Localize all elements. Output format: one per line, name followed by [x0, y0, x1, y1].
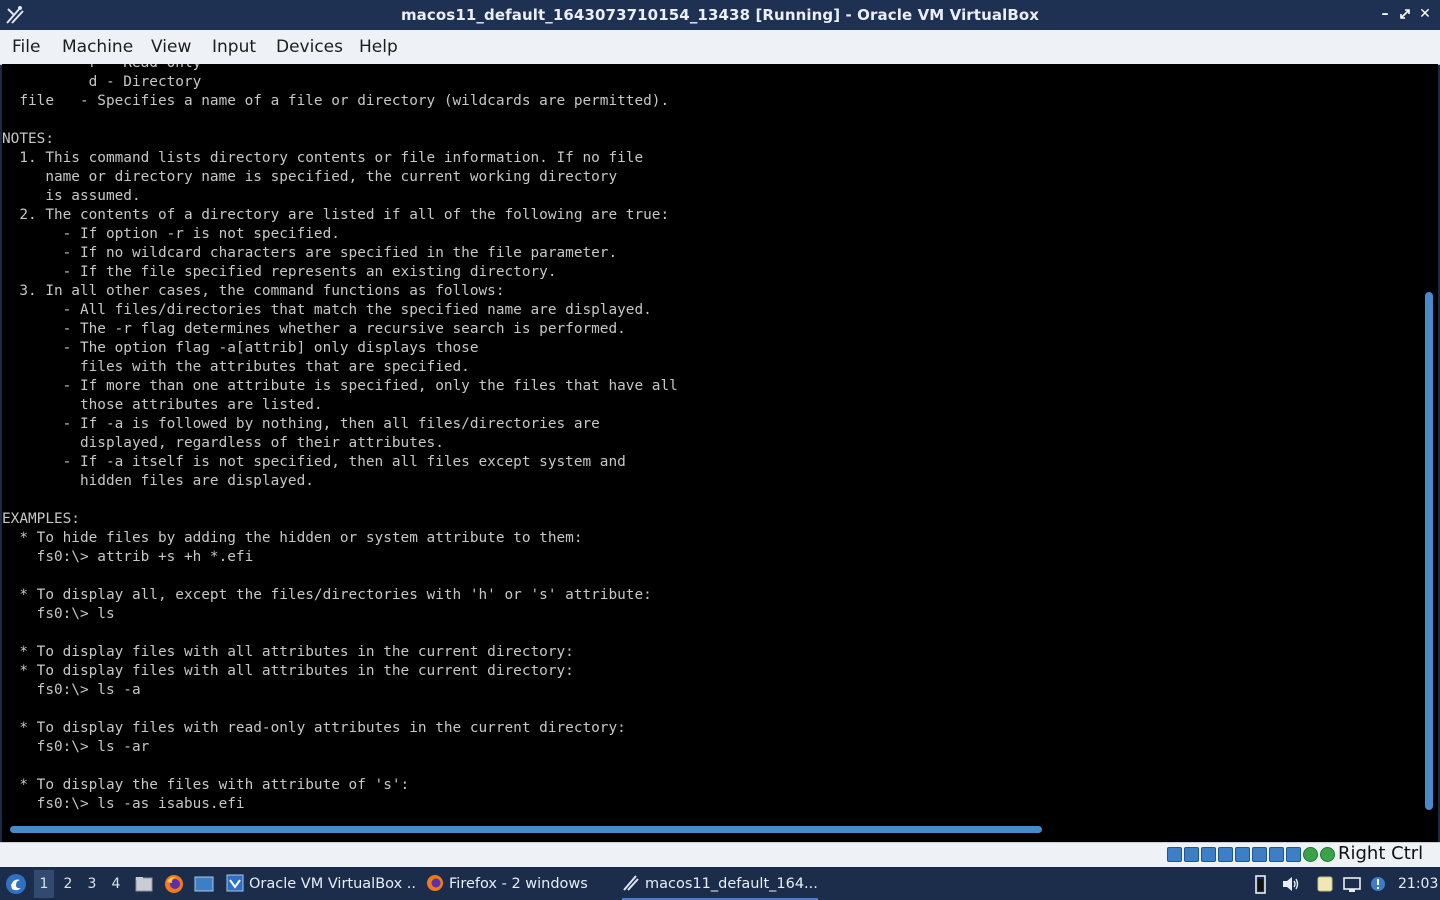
terminal-line: 3. In all other cases, the command funct… [2, 283, 505, 299]
terminal-line: r - Read Only [2, 64, 678, 73]
close-button[interactable]: ✕ [1416, 5, 1434, 23]
virtualbox-icon [226, 874, 244, 891]
terminal-line: file - Specifies a name of a file or dir… [2, 93, 670, 109]
network-tray-icon[interactable] [1342, 874, 1362, 894]
network-icon[interactable] [1218, 847, 1233, 862]
optical-drive-icon[interactable] [1184, 847, 1199, 862]
window-title: macos11_default_1643073710154_13438 [Run… [400, 6, 1040, 24]
window-titlebar[interactable]: macos11_default_1643073710154_13438 [Run… [0, 0, 1440, 30]
terminal-line: * To display files with read-only attrib… [2, 720, 626, 736]
terminal-line: fs0:\> ls -ar [2, 739, 150, 755]
terminal-line: is assumed. [2, 188, 141, 204]
task-label: Oracle VM VirtualBox ... [249, 876, 416, 892]
mouse-integration-icon[interactable] [1303, 847, 1318, 862]
vm-icon [623, 874, 639, 891]
removable-media-icon[interactable] [1315, 874, 1335, 894]
terminal-line: * To hide files by adding the hidden or … [2, 530, 583, 546]
terminal-line: - If more than one attribute is specifie… [2, 378, 678, 394]
terminal-line: 2. The contents of a directory are liste… [2, 207, 670, 223]
menu-machine[interactable]: Machine [62, 37, 133, 57]
workspace-1[interactable]: 1 [34, 870, 54, 898]
vertical-scrollbar[interactable] [1425, 292, 1433, 810]
terminal-line: - If -a is followed by nothing, then all… [2, 416, 600, 432]
taskbar: 1 2 3 4 Oracle VM VirtualBox ... Firefox… [0, 868, 1440, 900]
menu-file[interactable]: File [12, 37, 40, 57]
task-label: macos11_default_164... [645, 876, 818, 892]
file-manager-icon[interactable] [134, 874, 154, 894]
shared-folders-icon[interactable] [1252, 847, 1267, 862]
minimize-button[interactable]: – [1376, 5, 1394, 23]
battery-icon[interactable] [1250, 874, 1270, 894]
restore-icon [1400, 9, 1410, 19]
menu-help[interactable]: Help [359, 37, 398, 57]
status-bar: Right Ctrl [0, 842, 1440, 867]
terminal-line: * To display all, except the files/direc… [2, 587, 652, 603]
menu-view[interactable]: View [151, 37, 191, 57]
display-icon[interactable] [1269, 847, 1284, 862]
terminal-line: d - Directory [2, 74, 202, 90]
terminal-line: fs0:\> ls -a [2, 682, 141, 698]
terminal-line: fs0:\> ls [2, 606, 115, 622]
workspace-4[interactable]: 4 [106, 876, 126, 892]
volume-icon[interactable] [1280, 874, 1300, 894]
terminal-line: * To display files with all attributes i… [2, 663, 574, 679]
clock[interactable]: 21:03 [1398, 876, 1438, 892]
menu-devices[interactable]: Devices [276, 37, 343, 57]
terminal-line: - If option -r is not specified. [2, 226, 340, 242]
usb-icon[interactable] [1235, 847, 1250, 862]
terminal-line: files with the attributes that are speci… [2, 359, 470, 375]
terminal-line: * To display the files with attribute of… [2, 777, 410, 793]
terminal-line: - All files/directories that match the s… [2, 302, 652, 318]
audio-icon[interactable] [1201, 847, 1216, 862]
maximize-button[interactable] [1396, 5, 1414, 23]
task-firefox[interactable]: Firefox - 2 windows [426, 868, 616, 900]
notification-icon[interactable] [1368, 874, 1388, 894]
terminal-line: fs0:\> ls -as isabus.efi [2, 796, 245, 812]
terminal-line: - If -a itself is not specified, then al… [2, 454, 626, 470]
terminal-line: name or directory name is specified, the… [2, 169, 618, 185]
workspace-3[interactable]: 3 [82, 876, 102, 892]
video-capture-icon[interactable] [1286, 847, 1301, 862]
workspace-2[interactable]: 2 [58, 876, 78, 892]
vm-display[interactable]: r - Read Only d - Directory file - Speci… [2, 64, 1438, 842]
task-virtualbox-manager[interactable]: Oracle VM VirtualBox ... [226, 868, 416, 900]
terminal-line: those attributes are listed. [2, 397, 323, 413]
firefox-launcher-icon[interactable] [164, 874, 184, 894]
terminal-line: - The option flag -a[attrib] only displa… [2, 340, 479, 356]
menu-input[interactable]: Input [212, 37, 256, 57]
status-icons [1167, 847, 1335, 863]
terminal-output: r - Read Only d - Directory file - Speci… [2, 64, 678, 814]
task-label: Firefox - 2 windows [449, 876, 588, 892]
hard-disk-icon[interactable] [1167, 847, 1182, 862]
terminal-line: hidden files are displayed. [2, 473, 314, 489]
terminal-line: fs0:\> attrib +s +h *.efi [2, 549, 254, 565]
firefox-icon [427, 874, 443, 891]
horizontal-scrollbar[interactable] [10, 826, 1042, 833]
host-key-label[interactable]: Right Ctrl [1338, 843, 1423, 864]
terminal-line: - If the file specified represents an ex… [2, 264, 557, 280]
terminal-line: * To display files with all attributes i… [2, 644, 574, 660]
start-menu-icon[interactable] [5, 873, 27, 895]
terminal-line: displayed, regardless of their attribute… [2, 435, 444, 451]
desktop-icon[interactable] [194, 874, 214, 894]
terminal-line: - If no wildcard characters are specifie… [2, 245, 618, 261]
task-vm-window[interactable]: macos11_default_164... [622, 868, 818, 900]
terminal-line: NOTES: [2, 131, 54, 147]
terminal-line: - The -r flag determines whether a recur… [2, 321, 626, 337]
terminal-line: EXAMPLES: [2, 511, 80, 527]
terminal-line: 1. This command lists directory contents… [2, 150, 644, 166]
menu-bar: File Machine View Input Devices Help [0, 30, 1440, 65]
cpu-activity-icon[interactable] [1320, 847, 1335, 862]
